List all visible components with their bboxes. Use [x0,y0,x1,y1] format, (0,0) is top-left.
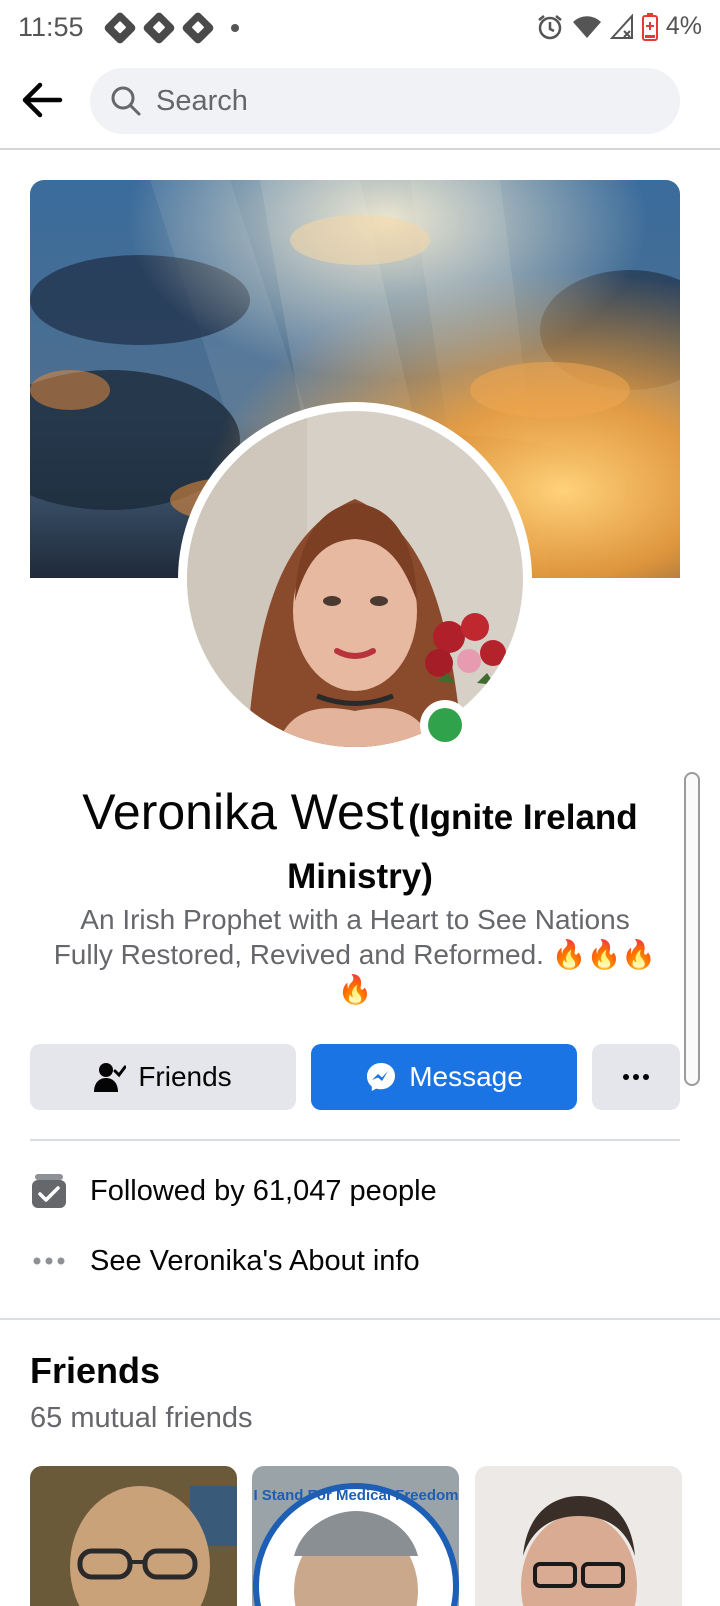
search-placeholder: Search [156,85,248,117]
friend-photo [30,1466,237,1606]
friend-thumbnail[interactable] [30,1466,237,1606]
friend-check-icon [94,1063,127,1092]
followers-icon [30,1172,68,1210]
friend-photo: I Stand For Medical Freedom [252,1466,459,1606]
signal-icon [609,13,633,39]
followers-text: Followed by 61,047 people [90,1174,437,1207]
friend-thumbnail[interactable]: I Stand For Medical Freedom [252,1466,459,1606]
status-time: 11:55 [18,12,84,42]
online-status-indicator [420,700,470,750]
search-bar[interactable]: Search [90,68,680,134]
more-dots-icon [623,1074,649,1080]
scrollbar-thumb[interactable] [684,772,700,1086]
wifi-icon [572,15,601,38]
messenger-icon [367,1063,396,1091]
friend-badge-text: I Stand For Medical Freedom [253,1487,458,1504]
notification-icons [103,11,239,45]
header-divider [0,148,720,150]
friends-section-title: Friends [30,1350,161,1391]
friend-photo [475,1466,682,1606]
arrow-left-icon [22,82,63,118]
back-button[interactable] [20,78,70,128]
status-bar: 11:55 4% [0,0,720,56]
friends-button-label: Friends [138,1061,232,1092]
more-options-button[interactable] [592,1044,680,1110]
more-dots-icon [30,1242,68,1280]
friends-button[interactable]: Friends [30,1044,296,1110]
followers-row: Followed by 61,047 people [30,1172,437,1210]
profile-picture[interactable] [187,411,523,747]
alarm-icon [538,14,562,39]
about-info-link[interactable]: See Veronika's About info [90,1245,420,1278]
portrait-image [187,411,523,747]
about-info-row[interactable]: See Veronika's About info [30,1242,420,1280]
system-status-icons: 4% [536,12,702,41]
profile-name: Veronika West (Ignite Ireland Ministry) [40,786,680,910]
battery-icon [641,12,658,41]
profile-name-main: Veronika West [82,784,404,840]
search-icon [111,86,141,116]
notification-app-icon [142,11,176,45]
more-notifications-icon [231,24,239,32]
notification-app-icon [181,11,215,45]
notification-app-icon [103,11,137,45]
message-button[interactable]: Message [311,1044,577,1110]
friend-thumbnail[interactable] [475,1466,682,1606]
message-button-label: Message [409,1061,523,1092]
profile-bio: An Irish Prophet with a Heart to See Nat… [53,904,657,1005]
section-divider [0,1318,720,1320]
divider [30,1139,680,1141]
battery-percent: 4% [665,12,702,40]
mutual-friends-count: 65 mutual friends [30,1402,253,1434]
